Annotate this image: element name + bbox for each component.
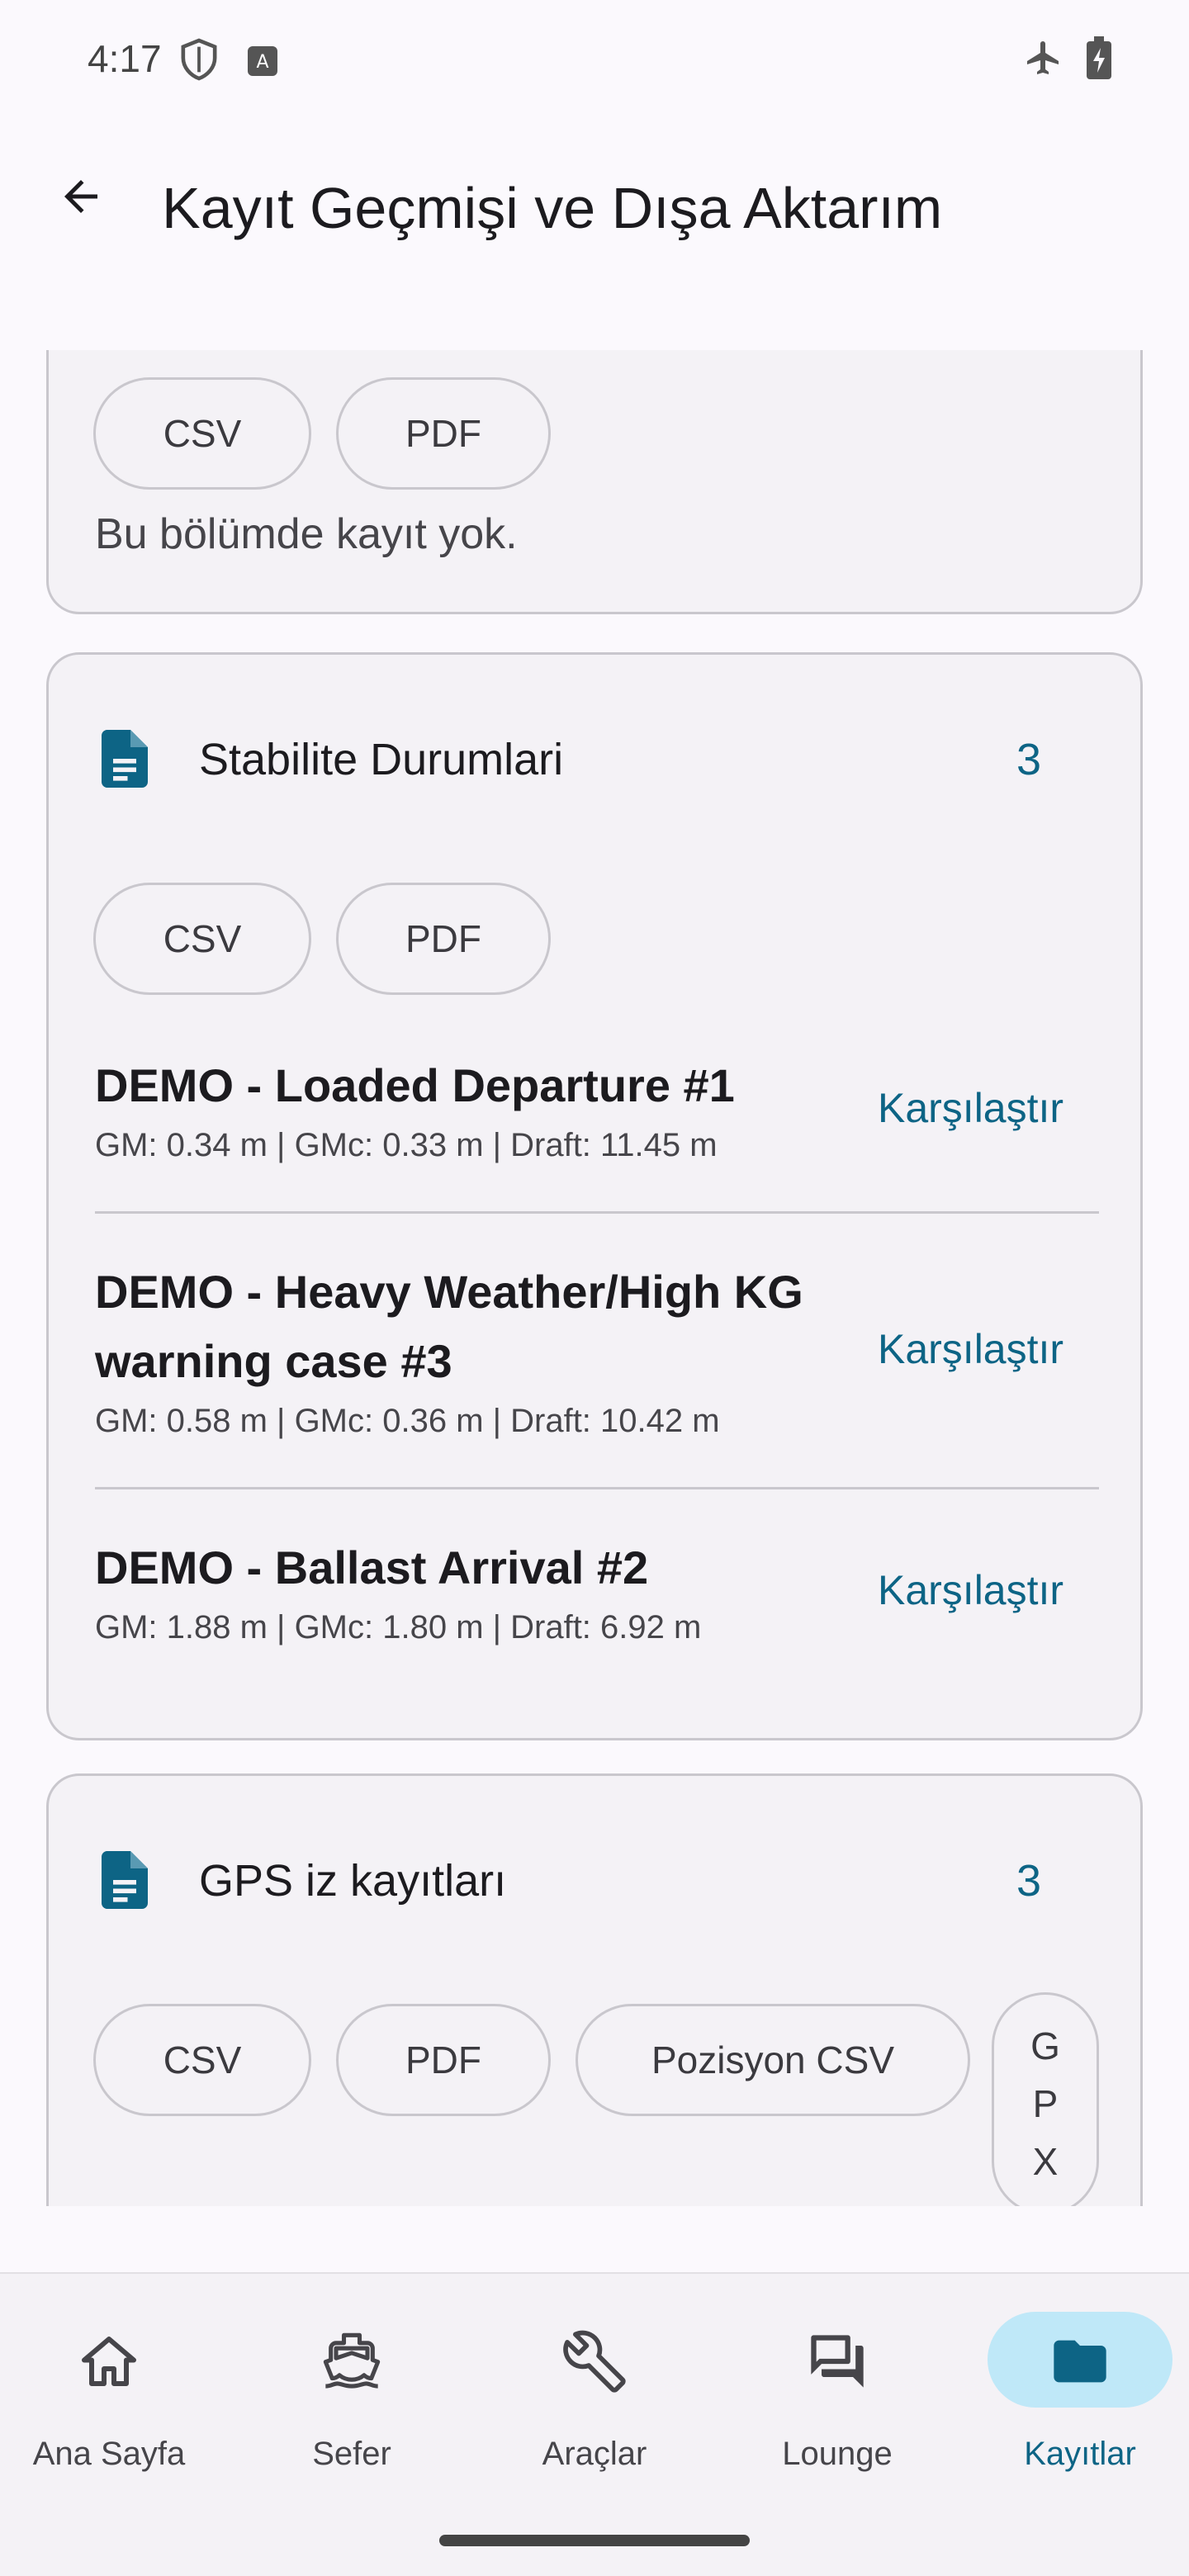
battery-charging-icon bbox=[1087, 36, 1111, 83]
row-divider bbox=[95, 1211, 1099, 1214]
record-title[interactable]: DEMO - Loaded Departure #1 bbox=[95, 1051, 855, 1120]
folder-icon bbox=[1039, 2320, 1121, 2403]
page-title: Kayıt Geçmişi ve Dışa Aktarım bbox=[162, 176, 943, 240]
status-bar: 4:17 A bbox=[0, 0, 1189, 116]
record-title[interactable]: DEMO - Heavy Weather/High KG warning cas… bbox=[95, 1257, 855, 1396]
chip-label: CSV bbox=[163, 2039, 242, 2081]
gpx-export-chip[interactable]: G P X bbox=[992, 1992, 1099, 2206]
chip-label-letter: P bbox=[1032, 2082, 1059, 2125]
chip-label-letter: X bbox=[1032, 2140, 1059, 2183]
stability-card: Stabilite Durumlari 3 CSV PDF DEMO - Loa… bbox=[46, 652, 1143, 1740]
nav-item-voyage[interactable]: Sefer bbox=[244, 2312, 459, 2493]
chip-label: CSV bbox=[163, 917, 242, 960]
record-title[interactable]: DEMO - Ballast Arrival #2 bbox=[95, 1533, 855, 1603]
svg-text:A: A bbox=[256, 52, 268, 73]
ship-icon bbox=[310, 2320, 393, 2403]
nav-label: Sefer bbox=[312, 2436, 391, 2472]
chip-label: Pozisyon CSV bbox=[651, 2039, 894, 2081]
home-icon bbox=[68, 2320, 150, 2403]
chip-label: PDF bbox=[405, 917, 481, 960]
chip-label: PDF bbox=[405, 2039, 481, 2081]
empty-state-text: Bu bölümde kayıt yok. bbox=[95, 510, 518, 558]
csv-export-chip[interactable]: CSV bbox=[93, 2004, 311, 2116]
keyboard-a-icon: A bbox=[246, 45, 279, 82]
back-button[interactable] bbox=[40, 157, 122, 239]
compare-button[interactable]: Karşılaştır bbox=[878, 1325, 1063, 1373]
chat-icon bbox=[796, 2320, 879, 2403]
nav-item-records[interactable]: Kayıtlar bbox=[973, 2312, 1187, 2493]
pdf-export-chip[interactable]: PDF bbox=[336, 2004, 551, 2116]
records-list[interactable]: CSV PDF Bu bölümde kayıt yok. Stabilite … bbox=[0, 350, 1189, 2206]
nav-label: Kayıtlar bbox=[1024, 2436, 1136, 2472]
csv-export-chip[interactable]: CSV bbox=[93, 883, 311, 995]
nav-label: Lounge bbox=[782, 2436, 893, 2472]
gps-track-card: GPS iz kayıtları 3 CSV PDF Pozisyon CSV … bbox=[46, 1773, 1143, 2206]
chip-label-letter: G bbox=[1030, 2024, 1060, 2067]
section-count: 3 bbox=[1016, 1856, 1041, 1906]
row-divider bbox=[95, 1487, 1099, 1489]
document-icon bbox=[102, 1850, 148, 1910]
home-gesture-bar[interactable] bbox=[439, 2535, 750, 2546]
pdf-export-chip[interactable]: PDF bbox=[336, 377, 551, 490]
nav-label: Araçlar bbox=[542, 2436, 647, 2472]
section-count: 3 bbox=[1016, 735, 1041, 784]
nav-item-home[interactable]: Ana Sayfa bbox=[2, 2312, 216, 2493]
airplane-icon bbox=[1024, 38, 1063, 82]
chip-label: CSV bbox=[163, 412, 242, 455]
record-subtitle: GM: 1.88 m | GMc: 1.80 m | Draft: 6.92 m bbox=[95, 1609, 702, 1646]
wrench-icon bbox=[553, 2320, 636, 2403]
compare-button[interactable]: Karşılaştır bbox=[878, 1084, 1063, 1132]
shield-icon bbox=[180, 38, 218, 85]
records-section-card: CSV PDF Bu bölümde kayıt yok. bbox=[46, 350, 1143, 614]
nav-label: Ana Sayfa bbox=[32, 2436, 186, 2472]
arrow-left-icon bbox=[56, 172, 106, 225]
status-time: 4:17 bbox=[88, 37, 162, 80]
nav-item-lounge[interactable]: Lounge bbox=[730, 2312, 945, 2493]
record-subtitle: GM: 0.58 m | GMc: 0.36 m | Draft: 10.42 … bbox=[95, 1403, 720, 1439]
record-subtitle: GM: 0.34 m | GMc: 0.33 m | Draft: 11.45 … bbox=[95, 1127, 718, 1163]
chip-label: PDF bbox=[405, 412, 481, 455]
document-icon bbox=[102, 729, 148, 788]
section-title: Stabilite Durumlari bbox=[199, 735, 564, 784]
bottom-navigation: Ana Sayfa Sefer Araçlar Lounge Kayıtlar bbox=[0, 2272, 1189, 2576]
pdf-export-chip[interactable]: PDF bbox=[336, 883, 551, 995]
nav-item-tools[interactable]: Araçlar bbox=[487, 2312, 702, 2493]
position-csv-export-chip[interactable]: Pozisyon CSV bbox=[576, 2004, 970, 2116]
compare-button[interactable]: Karşılaştır bbox=[878, 1566, 1063, 1614]
csv-export-chip[interactable]: CSV bbox=[93, 377, 311, 490]
section-title: GPS iz kayıtları bbox=[199, 1856, 507, 1906]
